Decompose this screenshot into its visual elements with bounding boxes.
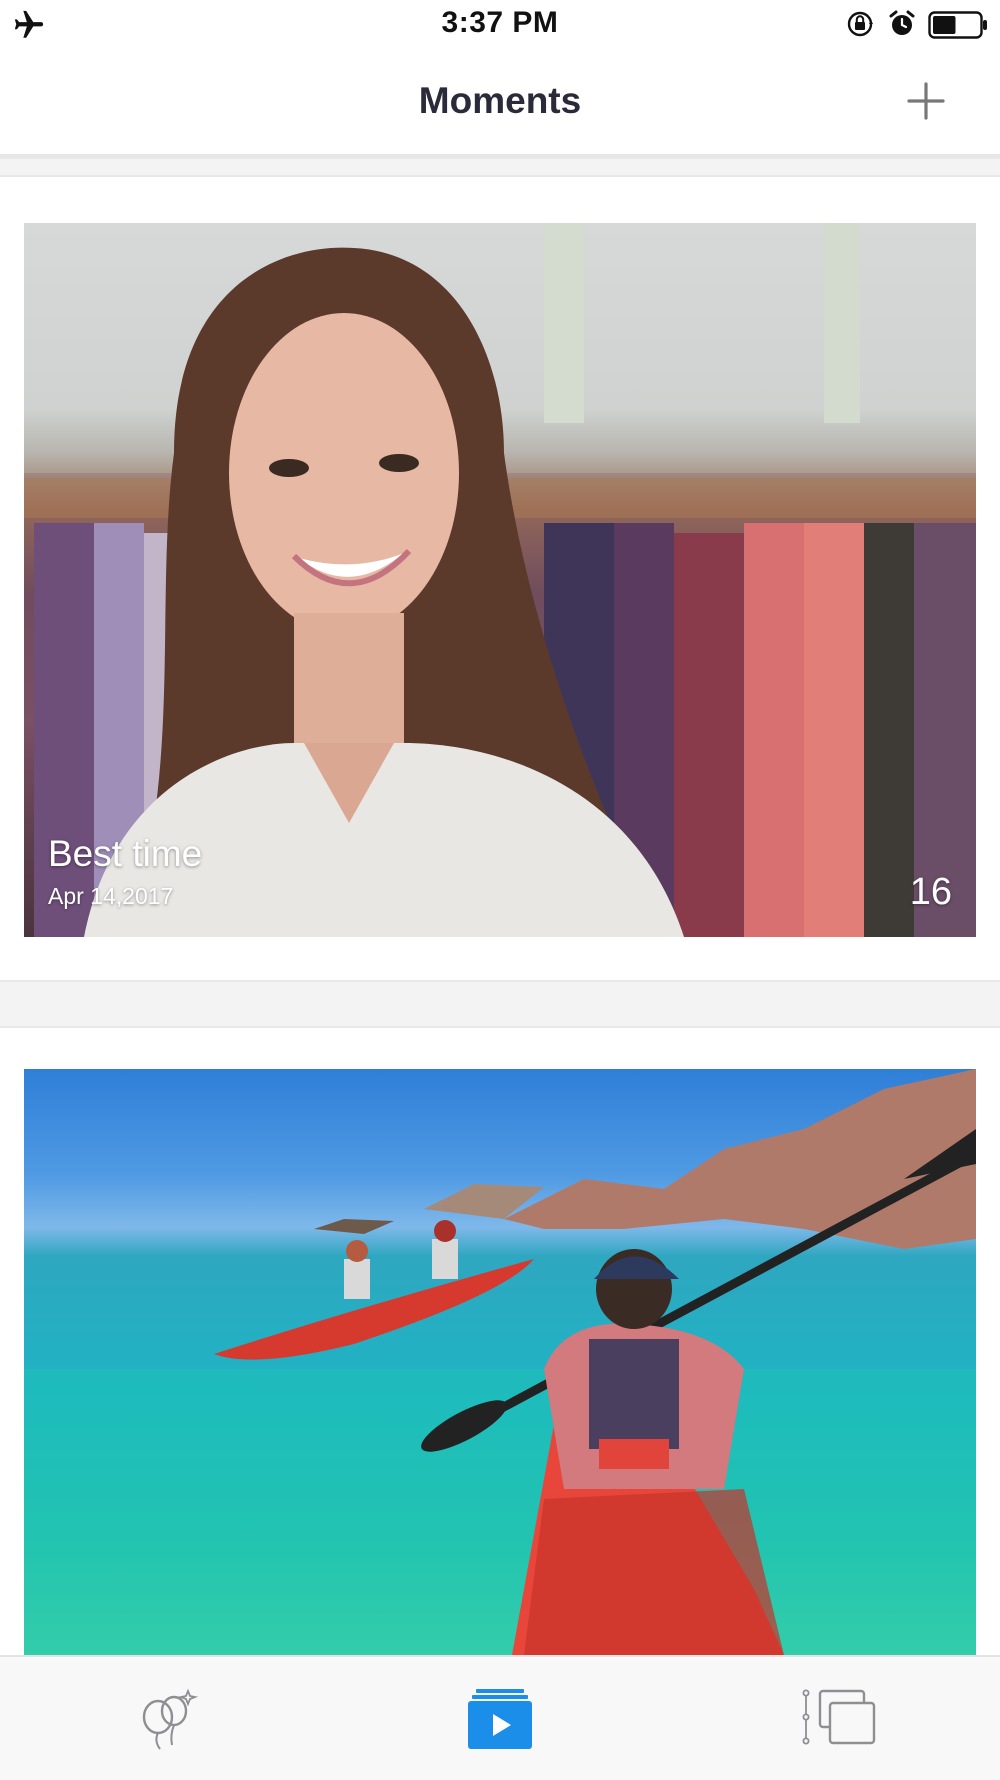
battery-icon [928,11,987,39]
tab-albums[interactable] [770,1657,970,1780]
tab-bar [0,1655,1000,1780]
moment-title: Best time [48,833,203,874]
tab-slideshows[interactable] [400,1657,600,1780]
moment-cover-photo [24,223,976,937]
moments-feed[interactable]: Best time Apr 14,2017 16 [0,157,1000,1655]
moment-cover-photo [24,1069,976,1655]
nav-bar: Moments [0,50,1000,157]
balloons-icon [142,1688,199,1750]
moment-date: Apr 14,2017 [48,883,174,909]
moment-card[interactable]: Best time Apr 14,2017 16 [24,223,976,937]
status-bar: 3:37 PM [0,0,1000,50]
page-title: Moments [418,80,582,121]
play-slideshow-icon [468,1689,532,1749]
battery-level-fill [933,16,956,34]
plus-icon[interactable] [906,81,946,121]
albums-icon [802,1689,876,1745]
moment-card[interactable] [24,1069,976,1655]
alarm-icon [889,10,915,35]
section-divider [0,157,1000,177]
section-divider [0,980,1000,1028]
rotation-lock-icon [847,11,873,37]
tab-balloons[interactable] [96,1657,296,1780]
moment-photo-count: 16 [909,871,952,913]
